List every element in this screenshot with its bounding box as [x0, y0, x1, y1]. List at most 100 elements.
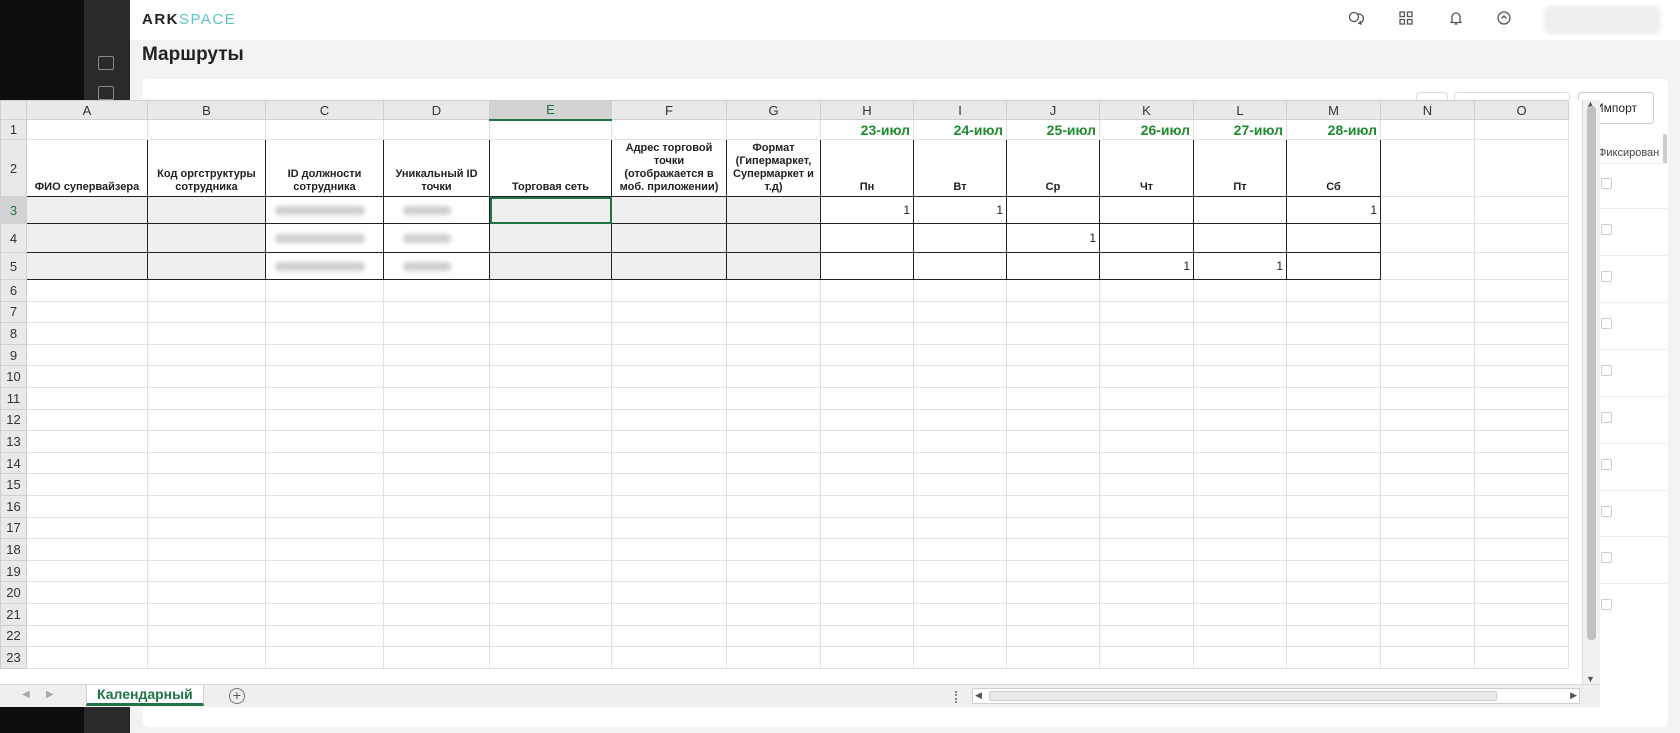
cell[interactable]: [26, 119, 148, 140]
cell[interactable]: [1099, 343, 1194, 367]
cell[interactable]: [265, 602, 384, 626]
cell[interactable]: [1286, 494, 1381, 518]
header-cell[interactable]: Код оргструктуры сотрудника: [147, 139, 266, 197]
cell[interactable]: [726, 538, 821, 561]
cell[interactable]: [147, 196, 266, 224]
cell[interactable]: [26, 343, 148, 367]
cell[interactable]: [820, 646, 914, 669]
cell[interactable]: [1193, 602, 1287, 626]
cell[interactable]: [611, 408, 727, 432]
blurred-id-cell[interactable]: [265, 252, 384, 280]
cell[interactable]: [1380, 322, 1475, 345]
cell[interactable]: [147, 365, 266, 388]
cell[interactable]: [726, 494, 821, 518]
add-sheet-icon[interactable]: +: [229, 688, 245, 704]
cell[interactable]: [489, 343, 612, 367]
cell[interactable]: [1006, 279, 1100, 302]
cell[interactable]: [611, 365, 727, 388]
cell[interactable]: [147, 300, 266, 324]
schedule-cell[interactable]: [820, 252, 914, 280]
cell[interactable]: [147, 223, 266, 253]
cell[interactable]: [383, 473, 490, 496]
cell[interactable]: [265, 473, 384, 496]
cell[interactable]: [26, 386, 148, 410]
cell[interactable]: [265, 430, 384, 453]
schedule-cell[interactable]: [1006, 252, 1100, 280]
cell[interactable]: [1474, 624, 1569, 648]
cell[interactable]: [147, 408, 266, 432]
cell[interactable]: [1474, 494, 1569, 518]
schedule-cell[interactable]: [913, 252, 1007, 280]
scroll-down-icon[interactable]: ▼: [1586, 674, 1595, 684]
cell[interactable]: [1099, 386, 1194, 410]
cell[interactable]: [1006, 322, 1100, 345]
cell[interactable]: [147, 252, 266, 280]
column-header-h[interactable]: H: [820, 100, 914, 120]
schedule-cell[interactable]: [1286, 252, 1381, 280]
cell[interactable]: [489, 538, 612, 561]
day-header[interactable]: Пт: [1193, 139, 1287, 197]
cell[interactable]: [265, 386, 384, 410]
cell[interactable]: [1006, 408, 1100, 432]
date-cell[interactable]: 24-июл: [913, 119, 1007, 140]
schedule-cell[interactable]: [1099, 196, 1194, 224]
active-cell[interactable]: [489, 196, 612, 224]
schedule-cell[interactable]: 1: [913, 196, 1007, 224]
schedule-cell[interactable]: 1: [1099, 252, 1194, 280]
cell[interactable]: [1474, 252, 1569, 280]
column-header-m[interactable]: M: [1286, 100, 1381, 120]
cell[interactable]: [1099, 581, 1194, 604]
cell[interactable]: [489, 646, 612, 669]
schedule-cell[interactable]: 1: [1286, 196, 1381, 224]
cell[interactable]: [1380, 451, 1475, 475]
cell[interactable]: [26, 624, 148, 648]
cell[interactable]: [1286, 451, 1381, 475]
cell[interactable]: [1380, 300, 1475, 324]
cell[interactable]: [1099, 494, 1194, 518]
column-header-n[interactable]: N: [1380, 100, 1475, 120]
column-header-i[interactable]: I: [913, 100, 1007, 120]
cell[interactable]: [26, 473, 148, 496]
cell[interactable]: [26, 196, 148, 224]
cell[interactable]: [726, 252, 821, 280]
tab-next-icon[interactable]: ▶: [46, 689, 54, 700]
cell[interactable]: [383, 559, 490, 583]
cell[interactable]: [913, 538, 1007, 561]
cell[interactable]: [820, 451, 914, 475]
cell[interactable]: [1099, 602, 1194, 626]
cell[interactable]: [1286, 300, 1381, 324]
cell[interactable]: [265, 624, 384, 648]
cell[interactable]: [1193, 473, 1287, 496]
date-cell[interactable]: 27-июл: [1193, 119, 1287, 140]
cell[interactable]: [1286, 343, 1381, 367]
cell[interactable]: [611, 538, 727, 561]
blurred-id-cell[interactable]: [265, 223, 384, 253]
cell[interactable]: [1286, 365, 1381, 388]
cell[interactable]: [1474, 343, 1569, 367]
schedule-cell[interactable]: 1: [820, 196, 914, 224]
cell[interactable]: [726, 516, 821, 540]
cell[interactable]: [820, 559, 914, 583]
cell[interactable]: [147, 494, 266, 518]
cell[interactable]: [1474, 386, 1569, 410]
row-header[interactable]: 12: [0, 408, 27, 432]
cell[interactable]: [1286, 559, 1381, 583]
scrollbar[interactable]: [1663, 134, 1667, 164]
cell[interactable]: [726, 279, 821, 302]
cell[interactable]: [26, 602, 148, 626]
cell[interactable]: [1193, 646, 1287, 669]
cell[interactable]: [1099, 408, 1194, 432]
cell[interactable]: [1099, 279, 1194, 302]
cell[interactable]: [1474, 646, 1569, 669]
cell[interactable]: [1006, 365, 1100, 388]
cell[interactable]: [1006, 624, 1100, 648]
cell[interactable]: [1099, 451, 1194, 475]
cell[interactable]: [1193, 581, 1287, 604]
cell[interactable]: [820, 581, 914, 604]
row-header[interactable]: 16: [0, 494, 27, 518]
cell[interactable]: [265, 365, 384, 388]
cell[interactable]: [611, 516, 727, 540]
column-header-d[interactable]: D: [383, 100, 490, 120]
cell[interactable]: [1099, 559, 1194, 583]
cell[interactable]: [726, 646, 821, 669]
